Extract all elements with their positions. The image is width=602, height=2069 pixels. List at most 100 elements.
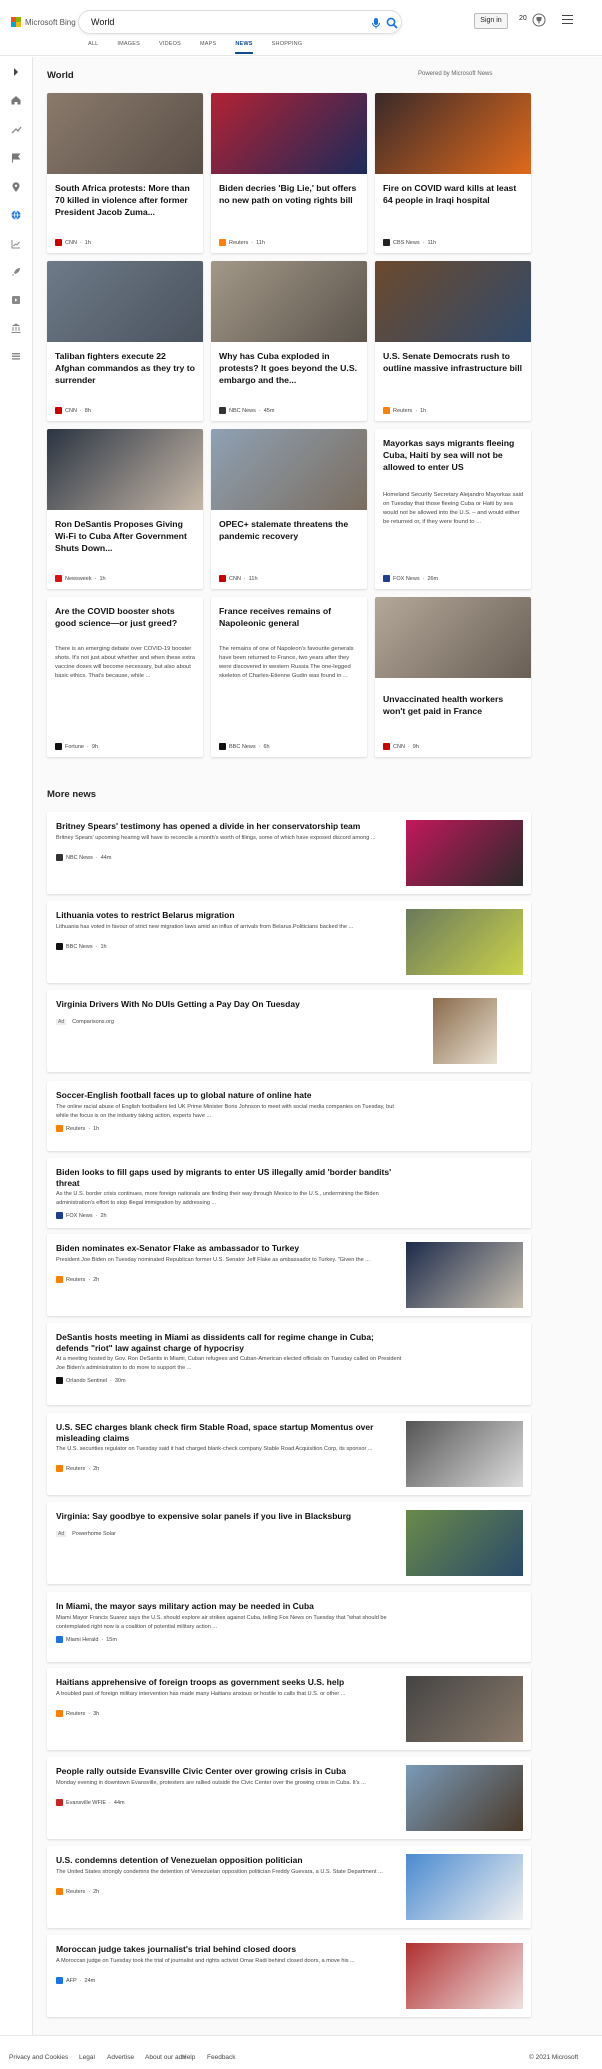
footer-link-about-our-ads[interactable]: About our ads	[145, 2054, 185, 2061]
footer-link-feedback[interactable]: Feedback	[207, 2054, 236, 2061]
microphone-icon[interactable]	[369, 16, 383, 30]
news-row[interactable]: Lithuania votes to restrict Belarus migr…	[47, 901, 531, 983]
news-card-image[interactable]	[375, 93, 531, 174]
news-row-title[interactable]: Britney Spears' testimony has opened a d…	[56, 821, 404, 832]
footer-link-legal[interactable]: Legal	[79, 2054, 95, 2061]
news-card-image[interactable]	[47, 429, 203, 510]
news-row[interactable]: Britney Spears' testimony has opened a d…	[47, 812, 531, 894]
advertiser-name[interactable]: Comparisons.org	[72, 1019, 114, 1025]
menu-icon[interactable]	[562, 15, 573, 24]
news-row[interactable]: Biden looks to fill gaps used by migrant…	[47, 1158, 531, 1228]
news-card[interactable]: Unvaccinated health workers won't get pa…	[375, 597, 531, 757]
news-card[interactable]: Taliban fighters execute 22 Afghan comma…	[47, 261, 203, 421]
news-card-title[interactable]: U.S. Senate Democrats rush to outline ma…	[383, 350, 523, 374]
bing-logo[interactable]: Microsoft Bing	[11, 15, 76, 29]
tab-videos[interactable]: VIDEOS	[159, 41, 181, 55]
news-row-title[interactable]: People rally outside Evansville Civic Ce…	[56, 1766, 404, 1777]
news-row[interactable]: DeSantis hosts meeting in Miami as dissi…	[47, 1323, 531, 1405]
news-row-thumbnail[interactable]	[406, 1676, 523, 1742]
science-rocket-icon[interactable]	[10, 266, 22, 278]
news-row-thumbnail[interactable]	[406, 1943, 523, 2009]
news-row[interactable]: Biden nominates ex-Senator Flake as amba…	[47, 1234, 531, 1316]
news-row[interactable]: People rally outside Evansville Civic Ce…	[47, 1757, 531, 1839]
news-card-title[interactable]: Ron DeSantis Proposes Giving Wi-Fi to Cu…	[55, 518, 195, 554]
news-card-title[interactable]: Fire on COVID ward kills at least 64 peo…	[383, 182, 523, 206]
world-globe-icon[interactable]	[10, 209, 22, 221]
news-card-title[interactable]: Taliban fighters execute 22 Afghan comma…	[55, 350, 195, 386]
news-card-title[interactable]: France receives remains of Napoleonic ge…	[219, 605, 359, 629]
news-row-title[interactable]: U.S. condemns detention of Venezuelan op…	[56, 1855, 404, 1866]
location-icon[interactable]	[10, 181, 22, 193]
news-row-thumbnail[interactable]	[406, 1854, 523, 1920]
news-row-thumbnail[interactable]	[406, 1242, 523, 1308]
news-card-title[interactable]: Mayorkas says migrants fleeing Cuba, Hai…	[383, 437, 523, 473]
news-card[interactable]: Why has Cuba exploded in protests? It go…	[211, 261, 367, 421]
news-card[interactable]: OPEC+ stalemate threatens the pandemic r…	[211, 429, 367, 589]
news-row-title[interactable]: Haitians apprehensive of foreign troops …	[56, 1677, 404, 1688]
news-card-title[interactable]: Why has Cuba exploded in protests? It go…	[219, 350, 359, 386]
powered-by-label[interactable]: Powered by Microsoft News	[418, 71, 492, 77]
search-icon[interactable]	[385, 16, 399, 30]
news-card-title[interactable]: Unvaccinated health workers won't get pa…	[383, 693, 523, 717]
ad-row[interactable]: Virginia Drivers With No DUIs Getting a …	[47, 990, 531, 1072]
entertainment-icon[interactable]	[10, 294, 22, 306]
search-input[interactable]: World	[91, 17, 114, 27]
business-chart-icon[interactable]	[10, 238, 22, 250]
news-card-image[interactable]	[375, 261, 531, 342]
news-row[interactable]: Moroccan judge takes journalist's trial …	[47, 1935, 531, 2017]
news-row-thumbnail[interactable]	[406, 1510, 523, 1576]
news-card-image[interactable]	[47, 93, 203, 174]
politics-building-icon[interactable]	[10, 322, 22, 334]
rewards-trophy-icon[interactable]	[532, 13, 546, 27]
tab-images[interactable]: IMAGES	[117, 41, 140, 55]
footer-link-privacy-and-cookies[interactable]: Privacy and Cookies	[9, 2054, 68, 2061]
news-card-image[interactable]	[47, 261, 203, 342]
news-row-title[interactable]: DeSantis hosts meeting in Miami as dissi…	[56, 1332, 404, 1354]
news-card-title[interactable]: Biden decries 'Big Lie,' but offers no n…	[219, 182, 359, 206]
news-card[interactable]: Fire on COVID ward kills at least 64 peo…	[375, 93, 531, 253]
news-row[interactable]: U.S. SEC charges blank check firm Stable…	[47, 1413, 531, 1495]
news-row-thumbnail[interactable]	[406, 1765, 523, 1831]
search-box[interactable]: World	[78, 10, 402, 34]
news-row-title[interactable]: Biden looks to fill gaps used by migrant…	[56, 1167, 404, 1189]
news-row-title[interactable]: Soccer-English football faces up to glob…	[56, 1090, 404, 1101]
news-row-title[interactable]: Moroccan judge takes journalist's trial …	[56, 1944, 404, 1955]
news-card[interactable]: South Africa protests: More than 70 kill…	[47, 93, 203, 253]
tab-news[interactable]: NEWS	[235, 41, 253, 55]
news-card-image[interactable]	[211, 429, 367, 510]
footer-link-help[interactable]: Help	[182, 2054, 195, 2061]
list-icon[interactable]	[10, 350, 22, 362]
news-row-title[interactable]: Virginia Drivers With No DUIs Getting a …	[56, 999, 404, 1010]
news-card[interactable]: Biden decries 'Big Lie,' but offers no n…	[211, 93, 367, 253]
news-card-image[interactable]	[211, 261, 367, 342]
news-card[interactable]: Mayorkas says migrants fleeing Cuba, Hai…	[375, 429, 531, 589]
tab-all[interactable]: ALL	[88, 41, 98, 55]
news-row-title[interactable]: Virginia: Say goodbye to expensive solar…	[56, 1511, 404, 1522]
news-row[interactable]: Soccer-English football faces up to glob…	[47, 1081, 531, 1151]
expand-rail-icon[interactable]	[10, 66, 22, 78]
sign-in-button[interactable]: Sign in	[474, 13, 508, 29]
news-row-thumbnail[interactable]	[406, 909, 523, 975]
tab-maps[interactable]: MAPS	[200, 41, 216, 55]
tab-shopping[interactable]: SHOPPING	[272, 41, 303, 55]
news-card[interactable]: U.S. Senate Democrats rush to outline ma…	[375, 261, 531, 421]
news-row[interactable]: U.S. condemns detention of Venezuelan op…	[47, 1846, 531, 1928]
news-row-title[interactable]: Biden nominates ex-Senator Flake as amba…	[56, 1243, 404, 1254]
news-row[interactable]: In Miami, the mayor says military action…	[47, 1592, 531, 1662]
news-card-image[interactable]	[375, 597, 531, 678]
news-card-title[interactable]: Are the COVID booster shots good science…	[55, 605, 195, 629]
news-card-title[interactable]: South Africa protests: More than 70 kill…	[55, 182, 195, 218]
news-row[interactable]: Haitians apprehensive of foreign troops …	[47, 1668, 531, 1750]
advertiser-name[interactable]: Powerhome Solar	[72, 1531, 116, 1537]
home-icon[interactable]	[10, 94, 22, 106]
news-row-thumbnail[interactable]	[406, 1421, 523, 1487]
footer-link-advertise[interactable]: Advertise	[107, 2054, 134, 2061]
ad-row[interactable]: Virginia: Say goodbye to expensive solar…	[47, 1502, 531, 1584]
news-row-title[interactable]: Lithuania votes to restrict Belarus migr…	[56, 910, 404, 921]
news-row-thumbnail[interactable]	[406, 820, 523, 886]
news-row-thumbnail[interactable]	[433, 998, 497, 1064]
news-row-title[interactable]: U.S. SEC charges blank check firm Stable…	[56, 1422, 404, 1444]
news-card[interactable]: Are the COVID booster shots good science…	[47, 597, 203, 757]
trending-icon[interactable]	[10, 123, 22, 135]
news-card[interactable]: France receives remains of Napoleonic ge…	[211, 597, 367, 757]
